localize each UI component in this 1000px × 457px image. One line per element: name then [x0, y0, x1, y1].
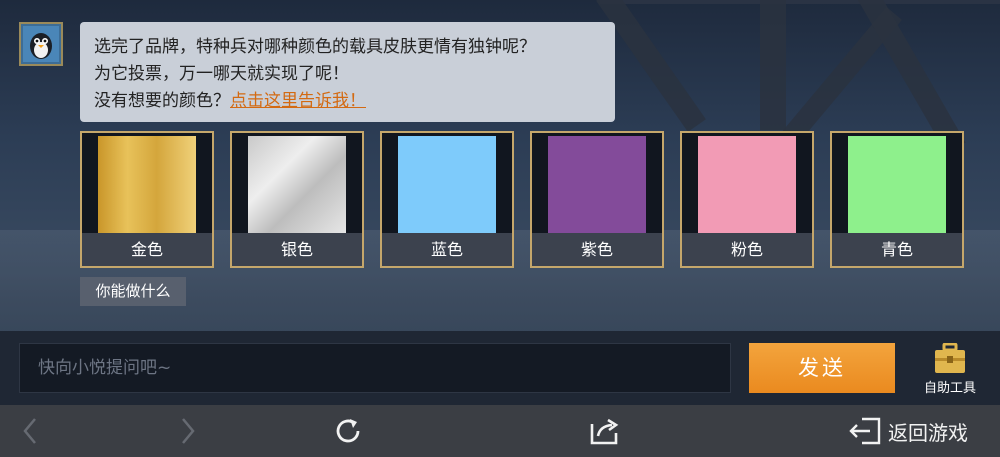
browser-nav-bar: 返回游戏	[0, 405, 1000, 457]
color-option-blue[interactable]: 蓝色	[380, 131, 514, 268]
color-option-purple[interactable]: 紫色	[530, 131, 664, 268]
color-swatch	[398, 136, 496, 233]
refresh-button[interactable]	[326, 405, 370, 457]
color-option-label: 金色	[82, 233, 212, 266]
feedback-link[interactable]: 点击这里告诉我！	[230, 91, 366, 111]
color-option-label: 蓝色	[382, 233, 512, 266]
assistant-message-bubble: 选完了品牌，特种兵对哪种颜色的载具皮肤更情有独钟呢？ 为它投票，万一哪天就实现了…	[80, 22, 615, 122]
assistant-avatar	[19, 22, 63, 66]
color-option-cyan[interactable]: 青色	[830, 131, 964, 268]
chevron-right-icon	[182, 418, 195, 444]
toolbox-icon	[935, 343, 965, 373]
color-option-gold[interactable]: 金色	[80, 131, 214, 268]
color-vote-options: 金色 银色 蓝色 紫色 粉色 青色	[80, 131, 965, 268]
message-line-3-prefix: 没有想要的颜色？	[94, 91, 230, 111]
penguin-avatar-icon	[23, 26, 59, 62]
color-swatch	[848, 136, 946, 233]
color-swatch	[248, 136, 346, 233]
message-line-3: 没有想要的颜色？点击这里告诉我！	[94, 88, 601, 115]
color-option-label: 银色	[232, 233, 362, 266]
message-line-1: 选完了品牌，特种兵对哪种颜色的载具皮肤更情有独钟呢？	[94, 37, 536, 57]
question-input[interactable]	[19, 343, 731, 393]
self-service-tools-button[interactable]: 自助工具	[913, 343, 987, 399]
color-option-label: 青色	[832, 233, 962, 266]
return-to-game-button[interactable]: 返回游戏	[848, 405, 968, 457]
color-option-pink[interactable]: 粉色	[680, 131, 814, 268]
share-icon	[590, 418, 619, 445]
nav-forward-button[interactable]	[170, 405, 206, 457]
what-can-you-do-chip[interactable]: 你能做什么	[80, 277, 186, 306]
self-service-tools-label: 自助工具	[923, 381, 976, 396]
return-to-game-label: 返回游戏	[888, 420, 968, 445]
nav-back-button[interactable]	[12, 405, 48, 457]
color-option-label: 粉色	[682, 233, 812, 266]
refresh-icon	[336, 419, 360, 443]
color-swatch	[698, 136, 796, 233]
color-option-silver[interactable]: 银色	[230, 131, 364, 268]
message-line-2: 为它投票，万一哪天就实现了呢！	[94, 64, 349, 84]
chevron-left-icon	[23, 418, 36, 444]
share-button[interactable]	[582, 405, 626, 457]
color-swatch	[98, 136, 196, 233]
exit-arrow-icon	[849, 417, 881, 445]
color-option-label: 紫色	[532, 233, 662, 266]
color-swatch	[548, 136, 646, 233]
chat-input-bar: 发送	[0, 331, 1000, 405]
send-button[interactable]: 发送	[749, 343, 895, 393]
